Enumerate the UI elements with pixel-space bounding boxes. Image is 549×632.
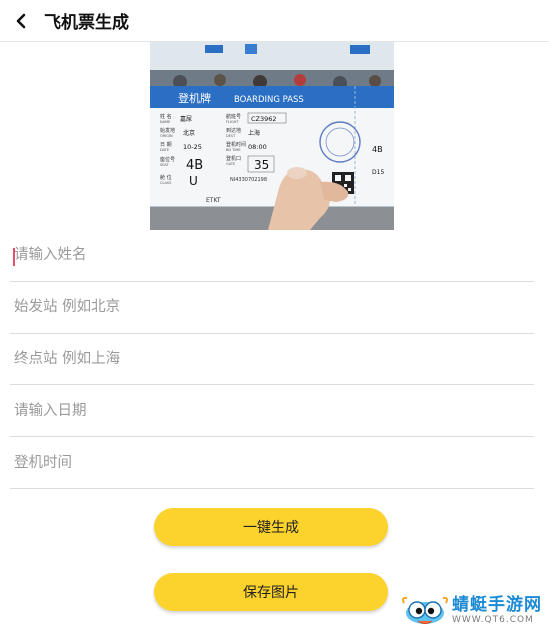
save-image-button[interactable]: 保存图片 [154,573,388,611]
seat-label-en: SEAT [160,163,170,167]
class-label-cn: 舱 位 [160,174,172,181]
boarding-time-field-row [10,437,534,489]
watermark-brand: 蜻蜓手游网 [452,595,542,615]
name-field-row [10,230,534,282]
pass-title-en: BOARDING PASS [234,95,304,105]
origin-label-en: ORIGIN [160,134,173,138]
boarding-time-input[interactable] [10,437,534,488]
seat-label-cn: 座位号 [160,156,175,163]
gate-value: 35 [254,158,269,172]
class-value: U [189,174,198,188]
stub-gate: D15 [372,169,384,176]
dest-value: 上海 [248,129,260,137]
pass-title-cn: 登机牌 [178,91,211,105]
chevron-left-icon [16,13,26,28]
destination-input[interactable] [10,333,534,385]
flight-label-cn: 航班号 [226,113,241,120]
app-header: 飞机票生成 [0,0,549,42]
etkt-label: ETKT [206,197,221,204]
origin-value: 北京 [183,129,195,137]
name-input[interactable] [10,230,534,281]
flight-label-en: FLIGHT [226,120,239,124]
time-label-cn: 登机时间 [226,141,246,148]
ticket-number: NI4330702198 [230,177,267,183]
origin-field-row [10,281,534,334]
dest-label-en: DEST [226,134,236,138]
date-label-en: DATE [160,148,169,152]
boarding-pass-image: 登机牌 BOARDING PASS 姓 名 NAME 嘉尿 航班号 FLIGHT… [150,42,394,230]
dest-label-cn: 到达地 [226,127,241,134]
name-label-cn: 姓 名 [160,113,172,120]
watermark-text: 蜻蜓手游网 WWW.QT6.COM [452,596,542,626]
class-label-en: CLASS [160,181,172,185]
stub-seat: 4B [372,145,383,154]
generate-button[interactable]: 一键生成 [154,508,388,546]
date-input[interactable] [10,385,534,437]
name-value: 嘉尿 [180,115,192,123]
time-value: 08:00 [248,143,267,151]
watermark-url: WWW.QT6.COM [452,615,534,625]
date-field-row [10,385,534,438]
ticket-form [10,230,534,489]
date-value: 10-25 [183,143,202,151]
watermark: 蜻蜓手游网 WWW.QT6.COM [400,592,546,630]
dragonfly-logo-icon [402,596,448,624]
text-cursor [13,248,15,266]
seat-value: 4B [186,158,203,173]
flight-value: CZ3962 [251,115,277,123]
destination-field-row [10,333,534,386]
gate-label-cn: 登机口 [226,155,241,162]
origin-input[interactable] [10,281,534,333]
gate-label-en: GATE [226,162,235,166]
page-title: 飞机票生成 [44,13,129,33]
time-label-en: BD TIME [226,148,241,152]
back-button[interactable] [6,6,36,36]
origin-label-cn: 始发地 [160,127,175,134]
name-label-en: NAME [160,120,170,124]
